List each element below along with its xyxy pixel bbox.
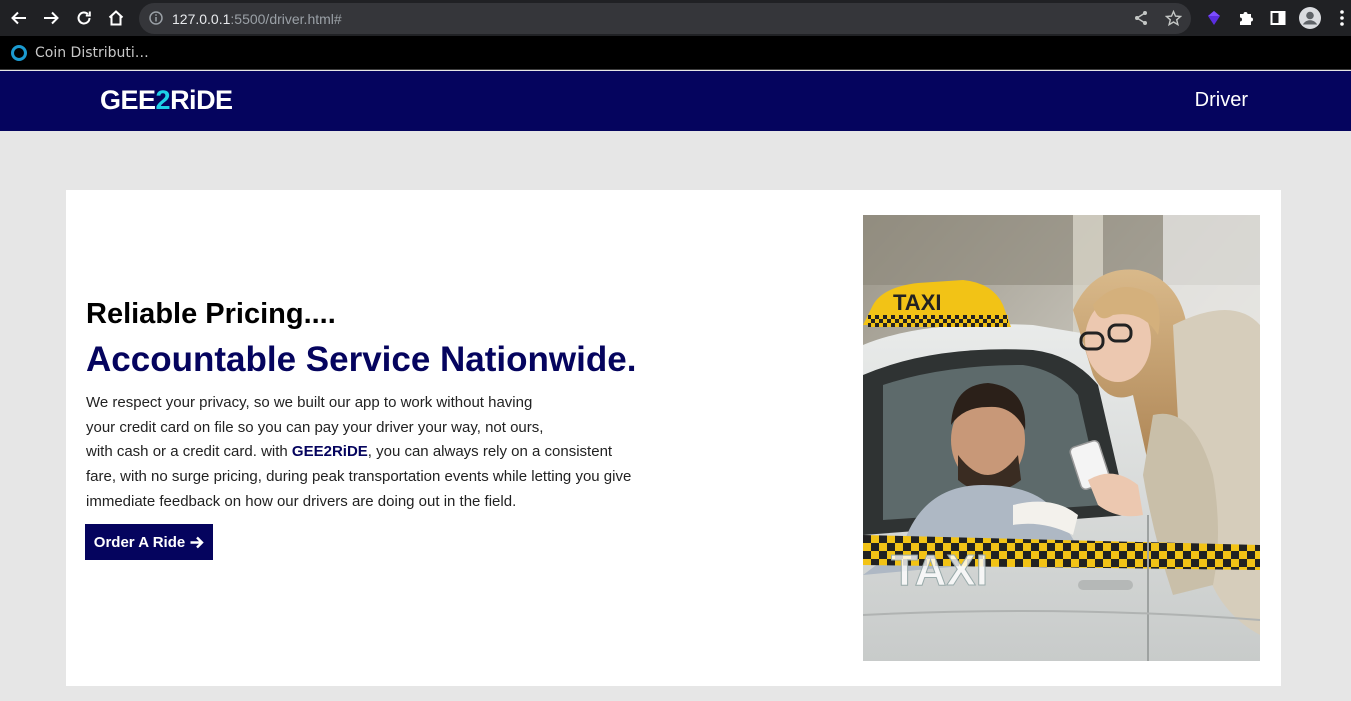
address-bar[interactable]: 127.0.0.1:5500/driver.html#: [139, 3, 1191, 34]
description-text: , you can always rely on a consistent: [367, 443, 613, 461]
bookmark-item[interactable]: Coin Distributi…: [11, 42, 149, 64]
arrow-right-icon: [190, 536, 204, 548]
home-icon: [108, 10, 124, 26]
share-icon[interactable]: [1133, 10, 1149, 31]
description-line: fare, with no surge pricing, during peak…: [86, 468, 632, 486]
forward-button[interactable]: [39, 6, 63, 30]
hero-subheadline: Accountable Service Nationwide.: [86, 340, 637, 379]
taxi-sign-text: TAXI: [893, 290, 941, 315]
arrow-right-icon: [44, 11, 59, 25]
nav-link-driver[interactable]: Driver: [1195, 89, 1248, 112]
reload-button[interactable]: [72, 6, 96, 30]
taxi-driver-photo: TAXI TAXI: [863, 215, 1260, 661]
url-host: 127.0.0.1: [172, 11, 231, 27]
extensions-puzzle-icon[interactable]: [1234, 6, 1258, 30]
hero-description: We respect your privacy, so we built our…: [86, 391, 646, 515]
description-line: your credit card on file so you can pay …: [86, 418, 544, 436]
side-panel-icon[interactable]: [1266, 6, 1290, 30]
url-text: 127.0.0.1:5500/driver.html#: [172, 11, 342, 27]
bookmark-label: Coin Distributi…: [35, 45, 149, 61]
order-ride-label: Order A Ride: [93, 533, 186, 551]
logo-accent: 2: [155, 85, 171, 115]
description-text: with cash or a credit card. with: [86, 443, 292, 461]
description-line: immediate feedback on how our drivers ar…: [86, 492, 517, 510]
order-ride-button[interactable]: Order A Ride: [85, 524, 213, 560]
logo-part-2: RiDE: [170, 85, 233, 115]
description-line: We respect your privacy, so we built our…: [86, 394, 533, 411]
bookmarks-bar: Coin Distributi…: [0, 36, 1351, 70]
reload-icon: [77, 11, 91, 25]
taxi-door-text: TAXI: [891, 546, 988, 595]
url-path: :5500/driver.html#: [230, 11, 342, 27]
hero-headline: Reliable Pricing....: [86, 298, 336, 330]
description-line: with cash or a credit card. with GEE2RiD…: [86, 440, 646, 465]
site-header: GEE2RiDE Driver: [0, 71, 1351, 131]
hero-card: Reliable Pricing.... Accountable Service…: [66, 190, 1281, 686]
logo-part-1: GEE: [100, 85, 156, 115]
home-button[interactable]: [104, 6, 128, 30]
bookmark-favicon-icon: [11, 45, 27, 61]
site-info-icon[interactable]: [148, 10, 164, 31]
browser-menu-icon[interactable]: [1330, 6, 1351, 30]
hero-image: TAXI TAXI: [863, 215, 1260, 661]
wallet-extension-icon[interactable]: [1202, 6, 1226, 30]
profile-avatar-icon[interactable]: [1298, 6, 1322, 30]
back-button[interactable]: [7, 6, 31, 30]
site-logo[interactable]: GEE2RiDE: [100, 85, 233, 116]
bookmark-star-icon[interactable]: [1164, 9, 1183, 32]
brand-name: GEE2RiDE: [291, 443, 368, 461]
browser-toolbar: 127.0.0.1:5500/driver.html#: [0, 0, 1351, 36]
arrow-left-icon: [11, 11, 26, 25]
